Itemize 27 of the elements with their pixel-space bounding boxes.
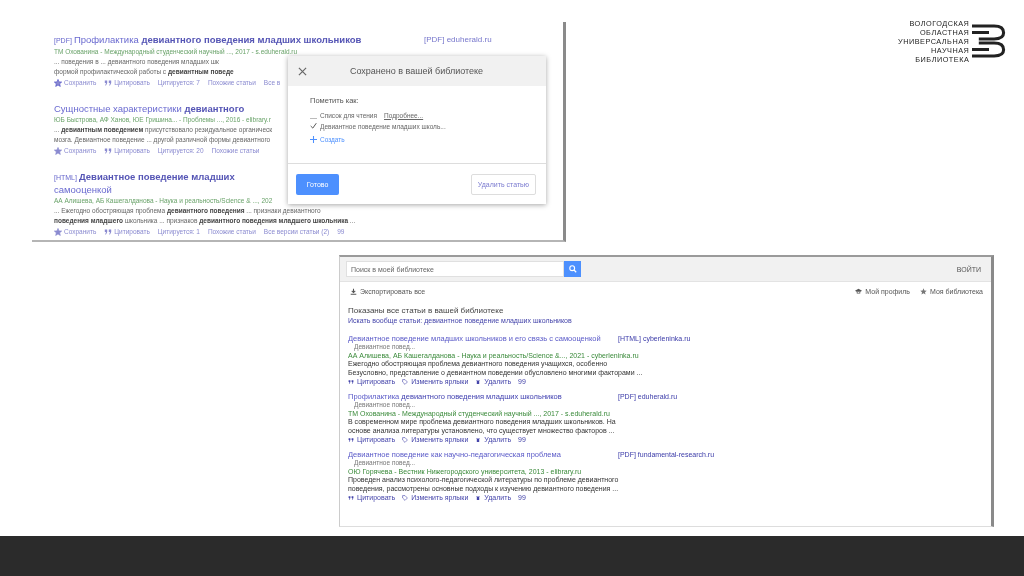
graduation-cap-icon xyxy=(855,288,863,295)
article-title-link[interactable]: Профилактика девиантного поведения младших школьников xyxy=(73,34,362,45)
quote-icon xyxy=(104,78,113,87)
article-title-link[interactable]: Сущностные характеристики девиантного xyxy=(54,103,245,114)
article-title-link[interactable]: самооценкой xyxy=(54,184,112,195)
page-heading: Показаны все статьи в вашей библиотеке xyxy=(348,306,504,316)
dialog-title: Сохранено в вашей библиотеке xyxy=(348,66,485,76)
download-icon xyxy=(350,288,357,295)
quote-icon xyxy=(104,146,113,155)
article-title-link[interactable]: Девиантное поведение младших xyxy=(78,171,235,182)
tag-icon xyxy=(402,495,409,501)
quote-icon xyxy=(348,379,354,385)
star-icon xyxy=(919,288,927,295)
source-link[interactable]: [PDF] eduherald.ru xyxy=(424,35,492,44)
quote-icon xyxy=(348,437,354,443)
tag-icon xyxy=(402,379,409,385)
close-icon[interactable] xyxy=(298,66,307,76)
trash-icon xyxy=(475,495,482,501)
search-icon xyxy=(568,265,577,273)
search-button[interactable] xyxy=(564,261,581,277)
checkbox[interactable] xyxy=(310,122,317,130)
quote-icon xyxy=(348,495,354,501)
trash-icon xyxy=(475,437,482,443)
quote-icon xyxy=(104,227,113,236)
tag-icon xyxy=(402,437,409,443)
plus-icon xyxy=(310,136,317,143)
trash-icon xyxy=(475,379,482,385)
